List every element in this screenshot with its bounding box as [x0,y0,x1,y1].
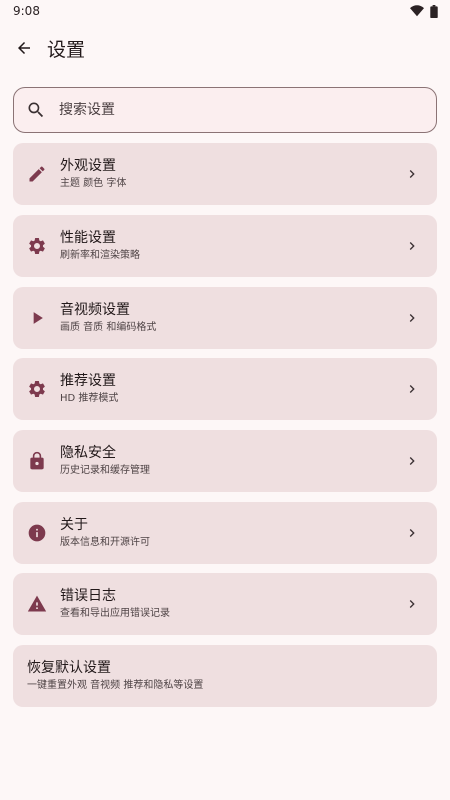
item-subtitle: 查看和导出应用错误记录 [60,608,170,619]
gear-icon [26,235,48,257]
reset-title: 恢复默认设置 [27,660,111,676]
search-icon [25,99,47,121]
warning-icon [26,593,48,615]
chevron-right-icon [402,451,422,471]
item-title: 外观设置 [60,158,116,174]
item-subtitle: 版本信息和开源许可 [60,537,150,548]
settings-item-audio-video[interactable]: 音视频设置 画质 音质 和编码格式 [13,287,437,349]
settings-item-performance[interactable]: 性能设置 刷新率和渲染策略 [13,215,437,277]
reset-defaults-button[interactable]: 恢复默认设置 一键重置外观 音视频 推荐和隐私等设置 [13,645,437,707]
wifi-icon [410,5,424,17]
chevron-right-icon [402,594,422,614]
reset-subtitle: 一键重置外观 音视频 推荐和隐私等设置 [27,680,204,691]
search-bar[interactable] [13,87,437,133]
info-icon [26,522,48,544]
settings-item-about[interactable]: 关于 版本信息和开源许可 [13,502,437,564]
chevron-right-icon [402,164,422,184]
back-button[interactable] [9,33,39,63]
settings-item-privacy[interactable]: 隐私安全 历史记录和缓存管理 [13,430,437,492]
lock-icon [26,450,48,472]
arrow-back-icon [18,42,30,54]
play-icon [26,307,48,329]
item-title: 关于 [60,517,88,533]
item-subtitle: 历史记录和缓存管理 [60,465,150,476]
item-title: 性能设置 [60,230,116,246]
item-title: 音视频设置 [60,302,130,318]
item-title: 错误日志 [60,588,116,604]
pencil-icon [26,163,48,185]
battery-icon [430,4,438,18]
item-title: 推荐设置 [60,373,116,389]
settings-item-appearance[interactable]: 外观设置 主题 颜色 字体 [13,143,437,205]
status-icons [410,4,438,18]
chevron-right-icon [402,308,422,328]
chevron-right-icon [402,523,422,543]
item-title: 隐私安全 [60,445,116,461]
page-title: 设置 [47,38,86,61]
item-subtitle: 画质 音质 和编码格式 [60,322,157,333]
app-bar: 设置 [0,26,450,70]
status-bar: 9:08 [0,0,450,22]
gear-icon [26,378,48,400]
settings-item-error-log[interactable]: 错误日志 查看和导出应用错误记录 [13,573,437,635]
settings-item-recommendation[interactable]: 推荐设置 HD 推荐模式 [13,358,437,420]
item-subtitle: 刷新率和渲染策略 [60,250,140,261]
chevron-right-icon [402,236,422,256]
chevron-right-icon [402,379,422,399]
status-time: 9:08 [13,4,40,18]
item-subtitle: 主题 颜色 字体 [60,178,127,189]
search-input[interactable] [59,102,399,118]
item-subtitle: HD 推荐模式 [60,393,119,404]
